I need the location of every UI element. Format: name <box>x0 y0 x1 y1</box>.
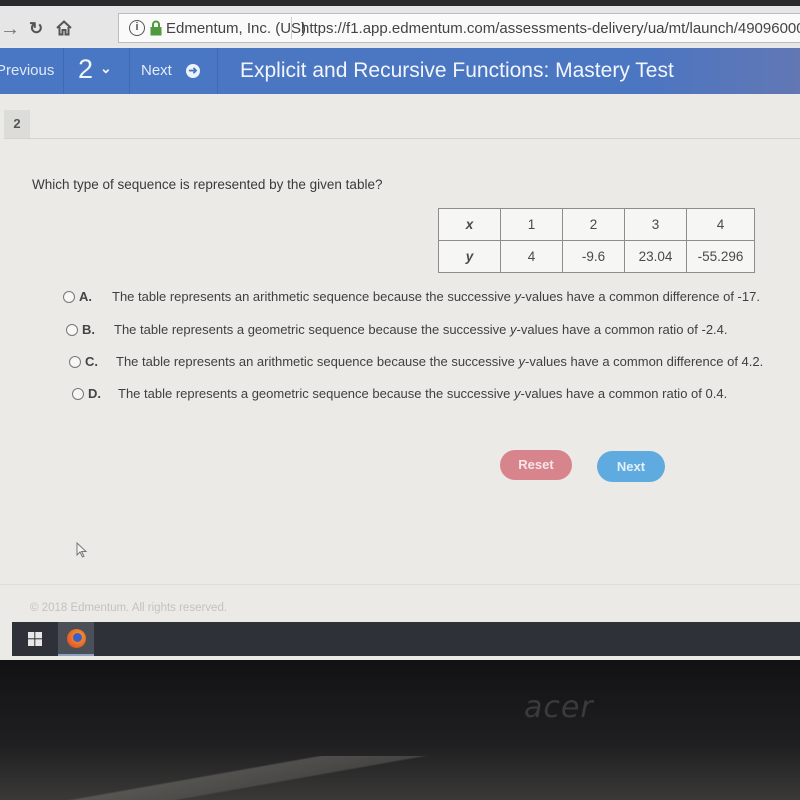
radio-button[interactable] <box>66 324 78 336</box>
url-text[interactable]: https://f1.app.edmentum.com/assessments-… <box>301 20 800 37</box>
taskbar-firefox[interactable] <box>58 622 94 656</box>
address-bar[interactable]: i Edmentum, Inc. (US) https://f1.app.edm… <box>118 13 800 43</box>
taskbar <box>12 622 800 656</box>
brand-logo: acer <box>524 690 594 725</box>
question-number-badge: 2 <box>4 110 30 138</box>
firefox-icon <box>67 629 86 648</box>
table-cell: 1 <box>500 208 563 241</box>
table-header-x: x <box>438 208 501 241</box>
radio-button[interactable] <box>72 388 84 400</box>
option-text: The table represents a geometric sequenc… <box>118 386 728 401</box>
question-selector[interactable]: 2 ⌄ <box>64 48 130 94</box>
arrow-right-circle-icon: ➜ <box>186 64 200 78</box>
monitor-bezel-bottom: acer <box>0 660 800 800</box>
url-separator <box>291 17 292 39</box>
option-letter: B. <box>82 322 95 337</box>
table-cell: 2 <box>562 208 625 241</box>
chevron-down-icon: ⌄ <box>100 60 112 76</box>
table-cell: 4 <box>686 208 755 241</box>
footer-divider <box>0 584 800 585</box>
radio-button[interactable] <box>69 356 81 368</box>
previous-button[interactable]: Previous <box>0 48 64 94</box>
sequence-table: x 1 2 3 4 y 4 -9.6 23.04 -55.296 <box>438 208 755 273</box>
table-row-y: y 4 -9.6 23.04 -55.296 <box>438 240 755 273</box>
info-icon[interactable]: i <box>129 20 145 36</box>
reload-icon[interactable]: ↻ <box>29 19 43 39</box>
question-panel: 2 Which type of sequence is represented … <box>0 94 800 660</box>
windows-start-icon[interactable] <box>28 632 42 646</box>
table-cell: 4 <box>500 240 563 273</box>
table-cell: 3 <box>624 208 687 241</box>
forward-arrow-icon[interactable]: → <box>0 18 20 41</box>
mouse-cursor-icon <box>76 542 88 558</box>
home-icon[interactable] <box>56 20 72 36</box>
copyright-text: © 2018 Edmentum. All rights reserved. <box>30 602 228 614</box>
option-letter: D. <box>88 386 101 401</box>
next-question-button[interactable]: Next ➜ <box>130 48 218 94</box>
question-number: 2 <box>78 54 94 84</box>
option-text: The table represents a geometric sequenc… <box>114 322 728 337</box>
table-header-y: y <box>438 240 501 273</box>
cable <box>0 756 800 800</box>
table-cell: -55.296 <box>686 240 755 273</box>
table-row-x: x 1 2 3 4 <box>438 208 755 241</box>
option-letter: A. <box>79 289 92 304</box>
divider <box>4 138 800 139</box>
table-cell: -9.6 <box>562 240 625 273</box>
site-identity: Edmentum, Inc. (US) <box>166 20 307 37</box>
radio-button[interactable] <box>63 291 75 303</box>
browser-toolbar: → ↻ i Edmentum, Inc. (US) https://f1.app… <box>0 6 800 46</box>
next-label: Next <box>141 62 172 79</box>
option-letter: C. <box>85 354 98 369</box>
test-title: Explicit and Recursive Functions: Master… <box>240 59 674 82</box>
lock-icon <box>150 20 162 36</box>
monitor-screen: → ↻ i Edmentum, Inc. (US) https://f1.app… <box>0 0 800 660</box>
option-text: The table represents an arithmetic seque… <box>112 289 760 304</box>
assessment-navbar: Previous 2 ⌄ Next ➜ Explicit and Recursi… <box>0 48 800 94</box>
next-button[interactable]: Next <box>597 451 665 482</box>
option-text: The table represents an arithmetic seque… <box>116 354 764 369</box>
reset-button[interactable]: Reset <box>500 450 572 480</box>
table-cell: 23.04 <box>624 240 687 273</box>
question-prompt: Which type of sequence is represented by… <box>32 177 383 192</box>
